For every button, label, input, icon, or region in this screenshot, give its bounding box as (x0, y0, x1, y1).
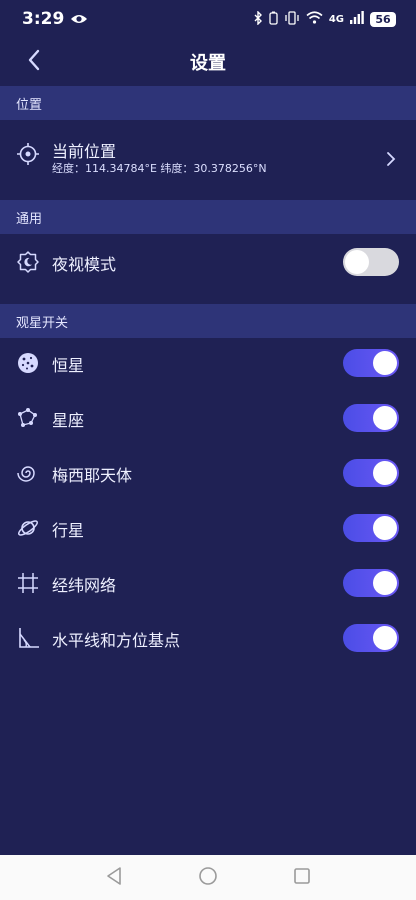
night-mode-label: 夜视模式 (52, 254, 117, 274)
constellation-icon (14, 404, 42, 432)
eye-icon (70, 10, 88, 29)
star-row: 恒星 (0, 336, 416, 391)
galaxy-icon (14, 459, 42, 487)
toggle-knob (345, 250, 369, 274)
planet-label: 行星 (52, 520, 85, 540)
vibrate-icon (284, 10, 300, 28)
circle-home-icon (198, 866, 218, 890)
star-label: 恒星 (52, 355, 85, 375)
app-header: 设置 (0, 38, 416, 86)
status-bar: 3:29 4G 56 (0, 0, 416, 38)
horizon-row: 水平线和方位基点 (0, 611, 416, 666)
wifi-icon (306, 11, 323, 27)
constellation-row: 星座 (0, 391, 416, 446)
bluetooth-icon (253, 9, 263, 28)
planet-row: 行星 (0, 501, 416, 556)
system-nav-bar (0, 855, 416, 900)
toggle-knob (373, 516, 397, 540)
night-mode-icon (14, 248, 42, 276)
status-left: 3:29 (22, 9, 88, 29)
page-title: 设置 (190, 53, 226, 74)
section-header-location: 位置 (0, 86, 416, 120)
planet-toggle[interactable] (343, 514, 399, 542)
nav-back-button[interactable] (102, 866, 126, 890)
signal-icon (350, 11, 364, 27)
night-mode-row: 夜视模式 (0, 235, 416, 290)
nav-home-button[interactable] (196, 866, 220, 890)
constellation-toggle[interactable] (343, 404, 399, 432)
grid-toggle[interactable] (343, 569, 399, 597)
horizon-toggle[interactable] (343, 624, 399, 652)
horizon-label: 水平线和方位基点 (52, 630, 181, 650)
location-coordinates: 经度：114.34784°E 纬度：30.378256°N (52, 162, 267, 175)
star-dots-icon (14, 349, 42, 377)
locate-crosshair-icon (14, 140, 42, 168)
section-header-observation: 观星开关 (0, 304, 416, 338)
toggle-knob (373, 626, 397, 650)
nav-recents-button[interactable] (290, 866, 314, 890)
horizon-icon (14, 624, 42, 652)
messier-toggle[interactable] (343, 459, 399, 487)
chevron-right-icon (380, 148, 402, 170)
current-location-label: 当前位置 (52, 142, 117, 161)
network-type: 4G (328, 13, 344, 25)
constellation-label: 星座 (52, 410, 85, 430)
toggle-knob (373, 571, 397, 595)
section-header-general: 通用 (0, 200, 416, 234)
star-toggle[interactable] (343, 349, 399, 377)
status-right: 4G 56 (253, 9, 396, 28)
toggle-knob (373, 461, 397, 485)
status-time: 3:29 (22, 9, 65, 29)
night-mode-toggle[interactable] (343, 248, 399, 276)
square-recents-icon (293, 867, 311, 889)
messier-label: 梅西耶天体 (52, 465, 133, 485)
toggle-knob (373, 406, 397, 430)
triangle-back-icon (105, 866, 123, 890)
grid-icon (14, 569, 42, 597)
chevron-left-icon (27, 49, 41, 75)
grid-label: 经纬网络 (52, 575, 117, 595)
toggle-knob (373, 351, 397, 375)
grid-row: 经纬网络 (0, 556, 416, 611)
planet-icon (14, 514, 42, 542)
messier-row: 梅西耶天体 (0, 446, 416, 501)
battery-icon: 56 (370, 11, 396, 27)
battery-saver-icon (269, 11, 278, 28)
back-button[interactable] (18, 46, 50, 78)
current-location-row[interactable]: 当前位置 经度：114.34784°E 纬度：30.378256°N (0, 120, 416, 200)
